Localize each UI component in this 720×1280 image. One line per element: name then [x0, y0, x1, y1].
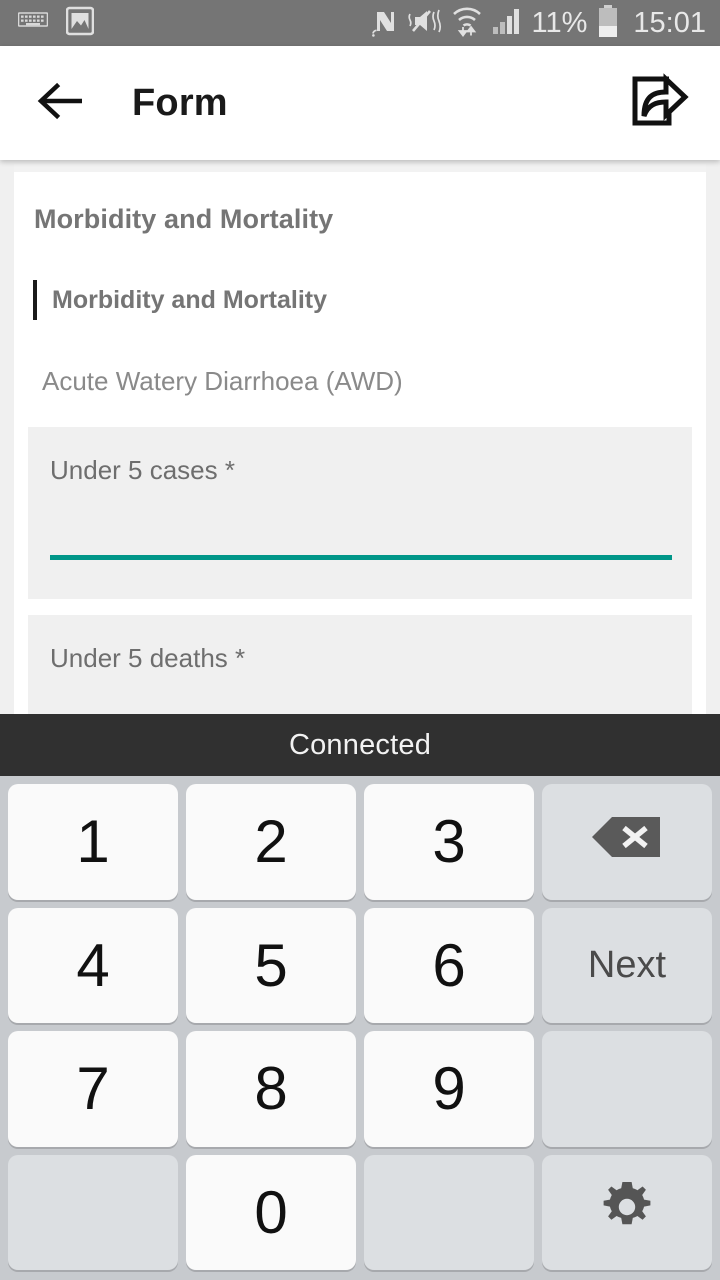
- app-bar: Form: [0, 46, 720, 160]
- key-next[interactable]: Next: [542, 907, 712, 1023]
- mute-vibrate-icon: [407, 6, 442, 41]
- scrolled-content-sliver: [14, 164, 706, 172]
- field-focus-underline: [50, 555, 672, 560]
- key-8[interactable]: 8: [186, 1031, 356, 1147]
- key-blank-center[interactable]: [364, 1154, 534, 1270]
- key-blank-right[interactable]: [542, 1031, 712, 1147]
- keyboard-row: 1 2 3: [8, 784, 712, 900]
- key-backspace[interactable]: [542, 784, 712, 900]
- form-section-title: Morbidity and Mortality: [34, 204, 334, 234]
- form-sub-label: Acute Watery Diarrhoea (AWD): [42, 366, 403, 396]
- cellular-signal-icon: [492, 6, 522, 41]
- key-5[interactable]: 5: [186, 907, 356, 1023]
- key-9[interactable]: 9: [364, 1031, 534, 1147]
- form-scroll-area[interactable]: Morbidity and Mortality Morbidity and Mo…: [0, 160, 720, 714]
- keyboard-icon: [17, 10, 49, 37]
- numeric-keyboard: 1 2 3 4 5 6 Next 7 8 9 0: [0, 776, 720, 1280]
- group-accent-bar: [33, 280, 37, 320]
- keyboard-row: 0: [8, 1154, 712, 1270]
- page-title: Form: [132, 81, 228, 124]
- status-bar-right-icons: 11% 15:01: [371, 4, 720, 43]
- back-button[interactable]: [24, 65, 100, 141]
- wifi-transfer-icon: [452, 5, 482, 42]
- field-label: Under 5 cases *: [50, 455, 235, 485]
- battery-percent-label: 11%: [531, 6, 588, 39]
- form-group-label: Morbidity and Mortality: [52, 285, 327, 314]
- key-2[interactable]: 2: [186, 784, 356, 900]
- key-3[interactable]: 3: [364, 784, 534, 900]
- key-settings[interactable]: [542, 1154, 712, 1270]
- share-icon: [626, 70, 690, 137]
- image-icon: [65, 6, 95, 41]
- keyboard-row: 4 5 6 Next: [8, 907, 712, 1023]
- field-under-5-cases[interactable]: Under 5 cases *: [28, 427, 692, 599]
- battery-icon: [597, 4, 619, 43]
- nfc-icon: [371, 5, 398, 42]
- key-blank-left[interactable]: [8, 1154, 178, 1270]
- status-bar-clock: 15:01: [633, 6, 706, 39]
- key-0[interactable]: 0: [186, 1154, 356, 1270]
- connection-status-banner: Connected: [0, 714, 720, 776]
- form-group-header: Morbidity and Mortality: [14, 280, 706, 320]
- key-1[interactable]: 1: [8, 784, 178, 900]
- key-6[interactable]: 6: [364, 907, 534, 1023]
- status-bar-left-icons: [0, 6, 95, 41]
- field-under-5-deaths[interactable]: Under 5 deaths *: [28, 615, 692, 714]
- phone-screen: 11% 15:01 Form Morbidity and Mortality M…: [0, 0, 720, 1280]
- form-card: Morbidity and Mortality Morbidity and Mo…: [14, 164, 706, 714]
- key-7[interactable]: 7: [8, 1031, 178, 1147]
- status-bar: 11% 15:01: [0, 0, 720, 46]
- connection-status-text: Connected: [288, 728, 432, 761]
- back-arrow-icon: [36, 81, 88, 126]
- gear-icon: [599, 1179, 655, 1245]
- keyboard-row: 7 8 9: [8, 1031, 712, 1147]
- share-button[interactable]: [622, 67, 694, 139]
- key-4[interactable]: 4: [8, 907, 178, 1023]
- field-label: Under 5 deaths *: [50, 643, 246, 673]
- backspace-icon: [590, 814, 664, 870]
